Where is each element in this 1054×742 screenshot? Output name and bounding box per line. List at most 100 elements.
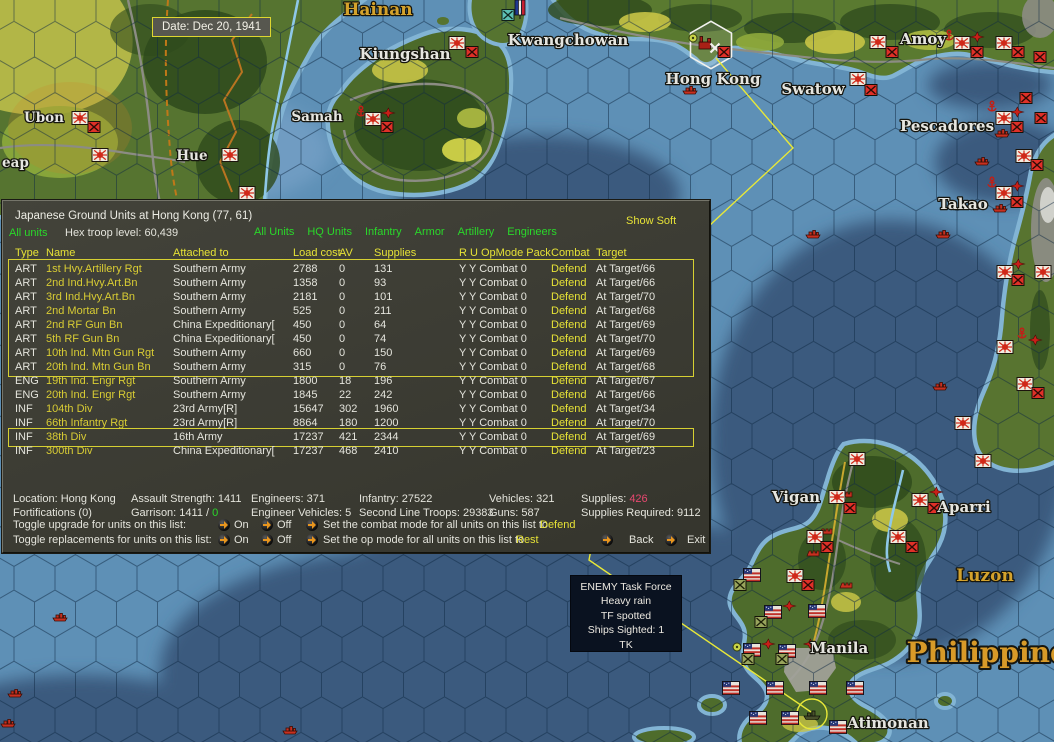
japanese-base-icon[interactable] [911, 492, 929, 508]
japanese-unit-icon[interactable] [970, 45, 984, 59]
unit-row[interactable]: ART 20th Ind. Mtn Gun Bn Southern Army 315 0… [3, 360, 711, 374]
japanese-unit-icon[interactable] [820, 540, 834, 554]
unit-row[interactable]: INF 104th Div 23rd Army[R] 15647 302 1960 Y Y … [3, 402, 711, 416]
japanese-base-icon[interactable] [828, 489, 846, 505]
fortification-icon[interactable] [839, 582, 853, 589]
japanese-base-icon[interactable] [238, 185, 256, 201]
replacements-on-arrow-icon[interactable] [218, 534, 230, 546]
allied-unit-icon[interactable] [501, 8, 515, 22]
japanese-base-icon[interactable] [996, 264, 1014, 280]
japanese-unit-icon[interactable] [1030, 158, 1044, 172]
upgrade-off-button[interactable]: Off [277, 519, 291, 532]
base-dot-icon[interactable] [688, 33, 698, 43]
japanese-unit-icon[interactable] [380, 120, 394, 134]
japanese-unit-icon[interactable] [864, 83, 878, 97]
japanese-unit-icon[interactable] [1011, 45, 1025, 59]
us-unit-icon[interactable] [766, 681, 784, 695]
unit-row[interactable]: ENG 19th Ind. Engr Rgt Southern Army 1800 18… [3, 374, 711, 388]
back-button[interactable]: Back [629, 534, 653, 547]
set-combat-mode-arrow-icon[interactable] [306, 519, 318, 531]
show-soft-toggle[interactable]: Show Soft [626, 215, 676, 228]
exit-button[interactable]: Exit [687, 534, 705, 547]
japanese-unit-icon[interactable] [1033, 50, 1047, 64]
japanese-base-icon[interactable] [786, 568, 804, 584]
upgrade-on-button[interactable]: On [234, 519, 249, 532]
us-unit-icon[interactable] [781, 711, 799, 725]
japanese-base-icon[interactable] [995, 35, 1013, 51]
replacements-off-button[interactable]: Off [277, 534, 291, 547]
unit-row[interactable]: INF 300th Div China Expeditionary[17237 468… [3, 444, 711, 458]
tab-infantry[interactable]: Infantry [365, 226, 402, 239]
us-unit-icon[interactable] [846, 681, 864, 695]
japanese-base-icon[interactable] [849, 71, 867, 87]
japanese-unit-icon[interactable] [1034, 111, 1048, 125]
unit-row[interactable]: ART 3rd Ind.Hvy.Art.Bn Southern Army 2181 0 1… [3, 290, 711, 304]
us-unit-icon[interactable] [829, 720, 847, 734]
japanese-unit-icon[interactable] [1031, 386, 1045, 400]
japanese-unit-icon[interactable] [717, 45, 731, 59]
japanese-unit-icon[interactable] [801, 578, 815, 592]
unit-row[interactable]: ART 5th RF Gun Bn China Expeditionary[450 0… [3, 332, 711, 346]
japanese-base-icon[interactable] [974, 453, 992, 469]
tab-all-units[interactable]: All Units [254, 226, 294, 239]
japanese-base-icon[interactable] [364, 111, 382, 127]
back-arrow-icon[interactable] [601, 534, 613, 546]
us-unit-icon[interactable] [808, 604, 826, 618]
unit-row[interactable]: INF 38th Div 16th Army 17237 421 2344 Y Y Comb… [3, 430, 711, 444]
unit-row[interactable]: ART 10th Ind. Mtn Gun Rgt Southern Army 660… [3, 346, 711, 360]
japanese-base-icon[interactable] [221, 147, 239, 163]
japanese-unit-icon[interactable] [87, 120, 101, 134]
unit-type: ENG [15, 389, 39, 401]
japanese-unit-icon[interactable] [1019, 91, 1033, 105]
japanese-base-icon[interactable] [1016, 376, 1034, 392]
fortification-icon[interactable] [806, 550, 820, 557]
japanese-unit-icon[interactable] [1011, 273, 1025, 287]
japanese-base-icon[interactable] [954, 415, 972, 431]
stat-label: Engineer Vehicles: 5 [251, 507, 352, 519]
allied-unit-icon[interactable] [733, 578, 747, 592]
allied-unit-icon[interactable] [754, 615, 768, 629]
exit-arrow-icon[interactable] [665, 534, 677, 546]
replacements-off-arrow-icon[interactable] [261, 534, 273, 546]
japanese-base-icon[interactable] [869, 34, 887, 50]
unit-attached: Southern Army [173, 361, 246, 373]
japanese-unit-icon[interactable] [843, 501, 857, 515]
japanese-base-icon[interactable] [995, 185, 1013, 201]
upgrade-off-arrow-icon[interactable] [261, 519, 273, 531]
japanese-unit-icon[interactable] [465, 45, 479, 59]
tab-artillery[interactable]: Artillery [458, 226, 495, 239]
allied-unit-icon[interactable] [775, 652, 789, 666]
japanese-base-icon[interactable] [848, 451, 866, 467]
japanese-unit-icon[interactable] [905, 540, 919, 554]
allied-unit-icon[interactable] [741, 652, 755, 666]
upgrade-on-arrow-icon[interactable] [218, 519, 230, 531]
japanese-base-icon[interactable] [889, 529, 907, 545]
japanese-base-icon[interactable] [91, 147, 109, 163]
unit-row[interactable]: ART 2nd Ind.Hvy.Art.Bn Southern Army 1358 0 9… [3, 276, 711, 290]
japanese-base-icon[interactable] [448, 35, 466, 51]
tab-hq-units[interactable]: HQ Units [307, 226, 352, 239]
unit-row[interactable]: ART 2nd Mortar Bn Southern Army 525 0 211 Y Y … [3, 304, 711, 318]
japanese-unit-icon[interactable] [885, 45, 899, 59]
japanese-base-icon[interactable] [1034, 264, 1052, 280]
us-unit-icon[interactable] [809, 681, 827, 695]
us-unit-icon[interactable] [749, 711, 767, 725]
japanese-base-icon[interactable] [996, 339, 1014, 355]
japanese-unit-icon[interactable] [1010, 120, 1024, 134]
japanese-base-icon[interactable] [1015, 148, 1033, 164]
unit-row[interactable]: ART 1st Hvy.Artillery Rgt Southern Army 278… [3, 262, 711, 276]
set-op-mode-arrow-icon[interactable] [306, 534, 318, 546]
unit-row[interactable]: ART 2nd RF Gun Bn China Expeditionary[450 0… [3, 318, 711, 332]
japanese-unit-icon[interactable] [1010, 195, 1024, 209]
tab-engineers[interactable]: Engineers [507, 226, 557, 239]
tab-armor[interactable]: Armor [415, 226, 445, 239]
japanese-base-icon[interactable] [953, 35, 971, 51]
replacements-on-button[interactable]: On [234, 534, 249, 547]
unit-row[interactable]: INF 66th Infantry Rgt 23rd Army[R] 8864 180 1… [3, 416, 711, 430]
us-unit-icon[interactable] [722, 681, 740, 695]
japanese-base-icon[interactable] [71, 110, 89, 126]
base-dot-icon[interactable] [732, 642, 742, 652]
unit-row[interactable]: ENG 20th Ind. Engr Rgt Southern Army 1845 22… [3, 388, 711, 402]
japanese-base-icon[interactable] [995, 110, 1013, 126]
unit-supplies: 211 [374, 305, 392, 317]
